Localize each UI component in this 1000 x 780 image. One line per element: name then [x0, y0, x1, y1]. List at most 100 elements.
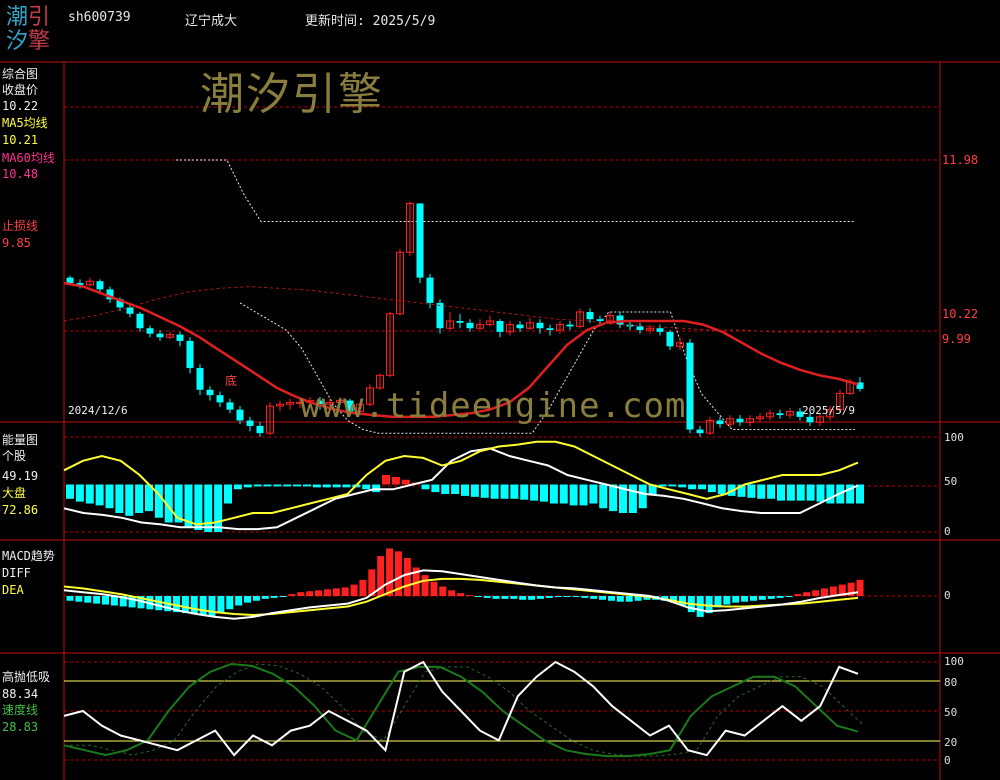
- energy-bar: [362, 484, 371, 490]
- energy-bar: [66, 484, 74, 499]
- energy-bar: [204, 484, 213, 532]
- macd-bar: [235, 596, 243, 606]
- price-label-low: 9.99: [942, 332, 971, 346]
- candle-body: [716, 420, 724, 425]
- energy-bar: [796, 484, 805, 501]
- macd-bar: [741, 596, 749, 602]
- energy-bar: [510, 484, 519, 499]
- macd-bar: [794, 594, 802, 596]
- energy-tick-50: 50: [944, 475, 958, 488]
- macd-bar: [341, 587, 349, 596]
- main-panel-title: 综合图: [2, 67, 39, 81]
- candle-body: [696, 429, 704, 434]
- energy-bar: [243, 484, 252, 488]
- ma60-value: 10.48: [2, 167, 39, 181]
- macd-dea-label: DEA: [2, 583, 24, 597]
- energy-bar: [579, 484, 588, 506]
- energy-market-value: 72.86: [2, 503, 39, 517]
- macd-bar: [510, 596, 518, 599]
- macd-bar: [483, 596, 491, 598]
- macd-bar: [75, 596, 83, 602]
- energy-market-label: 大盘: [2, 486, 27, 500]
- macd-bar: [315, 590, 323, 596]
- candle-body: [516, 324, 524, 329]
- energy-bar: [115, 484, 124, 513]
- macd-bar: [430, 581, 438, 596]
- energy-bar: [480, 484, 489, 498]
- energy-bar: [263, 484, 272, 487]
- macd-bar: [536, 596, 544, 599]
- energy-bar: [441, 484, 450, 494]
- energy-bar: [777, 484, 785, 501]
- energy-bar: [540, 484, 548, 502]
- macd-bar: [563, 596, 571, 597]
- macd-bar: [785, 596, 793, 597]
- energy-bar: [401, 479, 410, 485]
- energy-bar: [382, 475, 390, 485]
- macd-bar: [84, 596, 92, 603]
- osc-tick-100: 100: [944, 655, 964, 668]
- macd-tick-0: 0: [944, 589, 951, 602]
- bottom-marker: 底: [225, 374, 238, 388]
- macd-bar: [732, 596, 740, 603]
- end-date: 2025/5/9: [802, 404, 855, 417]
- macd-bar: [252, 596, 260, 601]
- macd-bar: [492, 596, 500, 599]
- macd-bar: [803, 592, 811, 596]
- candle-body: [586, 311, 594, 320]
- macd-diff-label: DIFF: [2, 566, 31, 580]
- macd-bar: [110, 596, 118, 606]
- osc-tick-0: 0: [944, 754, 951, 767]
- energy-bar: [470, 484, 479, 497]
- candle-body: [186, 340, 194, 369]
- energy-bar: [856, 484, 864, 504]
- energy-bar: [500, 484, 509, 499]
- candle-body: [466, 322, 474, 329]
- energy-bar: [628, 484, 637, 513]
- macd-bar: [199, 596, 207, 615]
- stop-value: 9.85: [2, 236, 31, 250]
- macd-bar: [217, 596, 225, 614]
- energy-bar: [85, 484, 94, 504]
- macd-bar: [572, 596, 580, 597]
- energy-bar: [678, 484, 687, 488]
- energy-bar: [599, 484, 608, 509]
- macd-bar: [323, 589, 331, 596]
- energy-bar: [609, 484, 618, 512]
- candle-body: [416, 203, 424, 278]
- candle-body: [426, 277, 434, 303]
- macd-bar: [501, 596, 509, 599]
- ma60-label: MA60均线: [2, 151, 55, 165]
- start-date: 2024/12/6: [68, 404, 128, 417]
- macd-bar: [581, 596, 589, 598]
- macd-bar: [776, 596, 784, 598]
- energy-bar: [125, 484, 134, 516]
- macd-bar: [244, 596, 252, 603]
- candle-body: [176, 334, 184, 341]
- price-label-high: 11.98: [942, 153, 979, 167]
- macd-bar: [350, 584, 358, 596]
- candle-body: [206, 389, 214, 396]
- macd-bar: [528, 596, 536, 600]
- macd-panel-plot: [63, 548, 864, 620]
- energy-bar: [786, 484, 795, 501]
- ma5-value: 10.21: [2, 133, 39, 147]
- macd-panel-title: MACD趋势: [2, 549, 55, 563]
- watermark-brand: 潮汐引擎: [200, 69, 384, 120]
- energy-bar: [806, 484, 815, 501]
- candle-body: [96, 281, 104, 290]
- macd-bar: [545, 596, 553, 598]
- macd-bar: [270, 596, 278, 598]
- energy-stock-label: 个股: [2, 449, 27, 463]
- energy-bar: [253, 484, 262, 487]
- candle-body: [596, 319, 604, 322]
- candle-body: [736, 418, 744, 423]
- osc-tick-80: 80: [944, 676, 958, 689]
- macd-bar: [448, 590, 456, 596]
- macd-bar: [599, 596, 607, 600]
- energy-bar: [105, 484, 114, 509]
- ma-dashed-line: [63, 286, 866, 333]
- energy-bar: [520, 484, 529, 500]
- macd-bar: [465, 595, 473, 597]
- energy-bar: [342, 484, 351, 488]
